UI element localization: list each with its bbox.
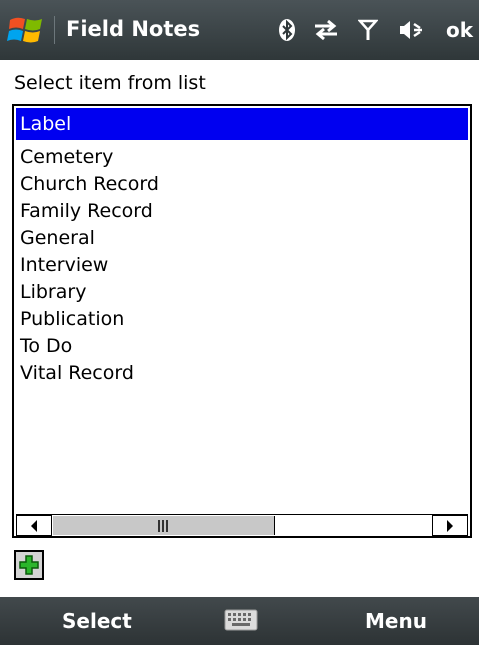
list-item[interactable]: Library	[20, 279, 159, 306]
scroll-left-button[interactable]	[16, 515, 52, 536]
bluetooth-icon[interactable]	[275, 18, 299, 42]
list-item[interactable]: Family Record	[20, 198, 159, 225]
list-item[interactable]: General	[20, 225, 159, 252]
list-prompt: Select item from list	[14, 72, 206, 94]
sync-icon[interactable]	[313, 18, 337, 42]
title-separator	[54, 16, 55, 44]
list-item[interactable]: Church Record	[20, 171, 159, 198]
list-item[interactable]: Vital Record	[20, 360, 159, 387]
scroll-thumb[interactable]	[53, 516, 275, 535]
menu-softkey[interactable]: Menu	[365, 609, 427, 633]
title-bar: Field Notes ok	[0, 0, 479, 60]
add-button[interactable]	[14, 550, 44, 580]
volume-icon[interactable]	[398, 18, 422, 42]
select-softkey[interactable]: Select	[62, 609, 132, 633]
keyboard-icon[interactable]	[224, 609, 258, 631]
screen: Field Notes ok Select item from list Lab…	[0, 0, 479, 645]
item-listbox[interactable]: Label Cemetery Church Record Family Reco…	[12, 104, 472, 538]
arrow-left-icon	[31, 519, 37, 532]
list-item[interactable]: To Do	[20, 333, 159, 360]
menu-bar: Select Menu	[0, 597, 479, 645]
app-title: Field Notes	[66, 17, 201, 41]
list-item-selected[interactable]: Label	[16, 108, 468, 140]
list-items: Cemetery Church Record Family Record Gen…	[20, 144, 159, 387]
grip-icon	[158, 520, 168, 532]
plus-icon	[19, 555, 39, 575]
windows-start-icon[interactable]	[6, 14, 50, 46]
arrow-right-icon	[447, 519, 453, 532]
list-item[interactable]: Cemetery	[20, 144, 159, 171]
horizontal-scrollbar[interactable]	[16, 514, 468, 536]
list-item[interactable]: Publication	[20, 306, 159, 333]
signal-icon[interactable]	[357, 18, 382, 42]
scroll-right-button[interactable]	[432, 515, 468, 536]
list-item[interactable]: Interview	[20, 252, 159, 279]
ok-button[interactable]: ok	[446, 18, 473, 42]
